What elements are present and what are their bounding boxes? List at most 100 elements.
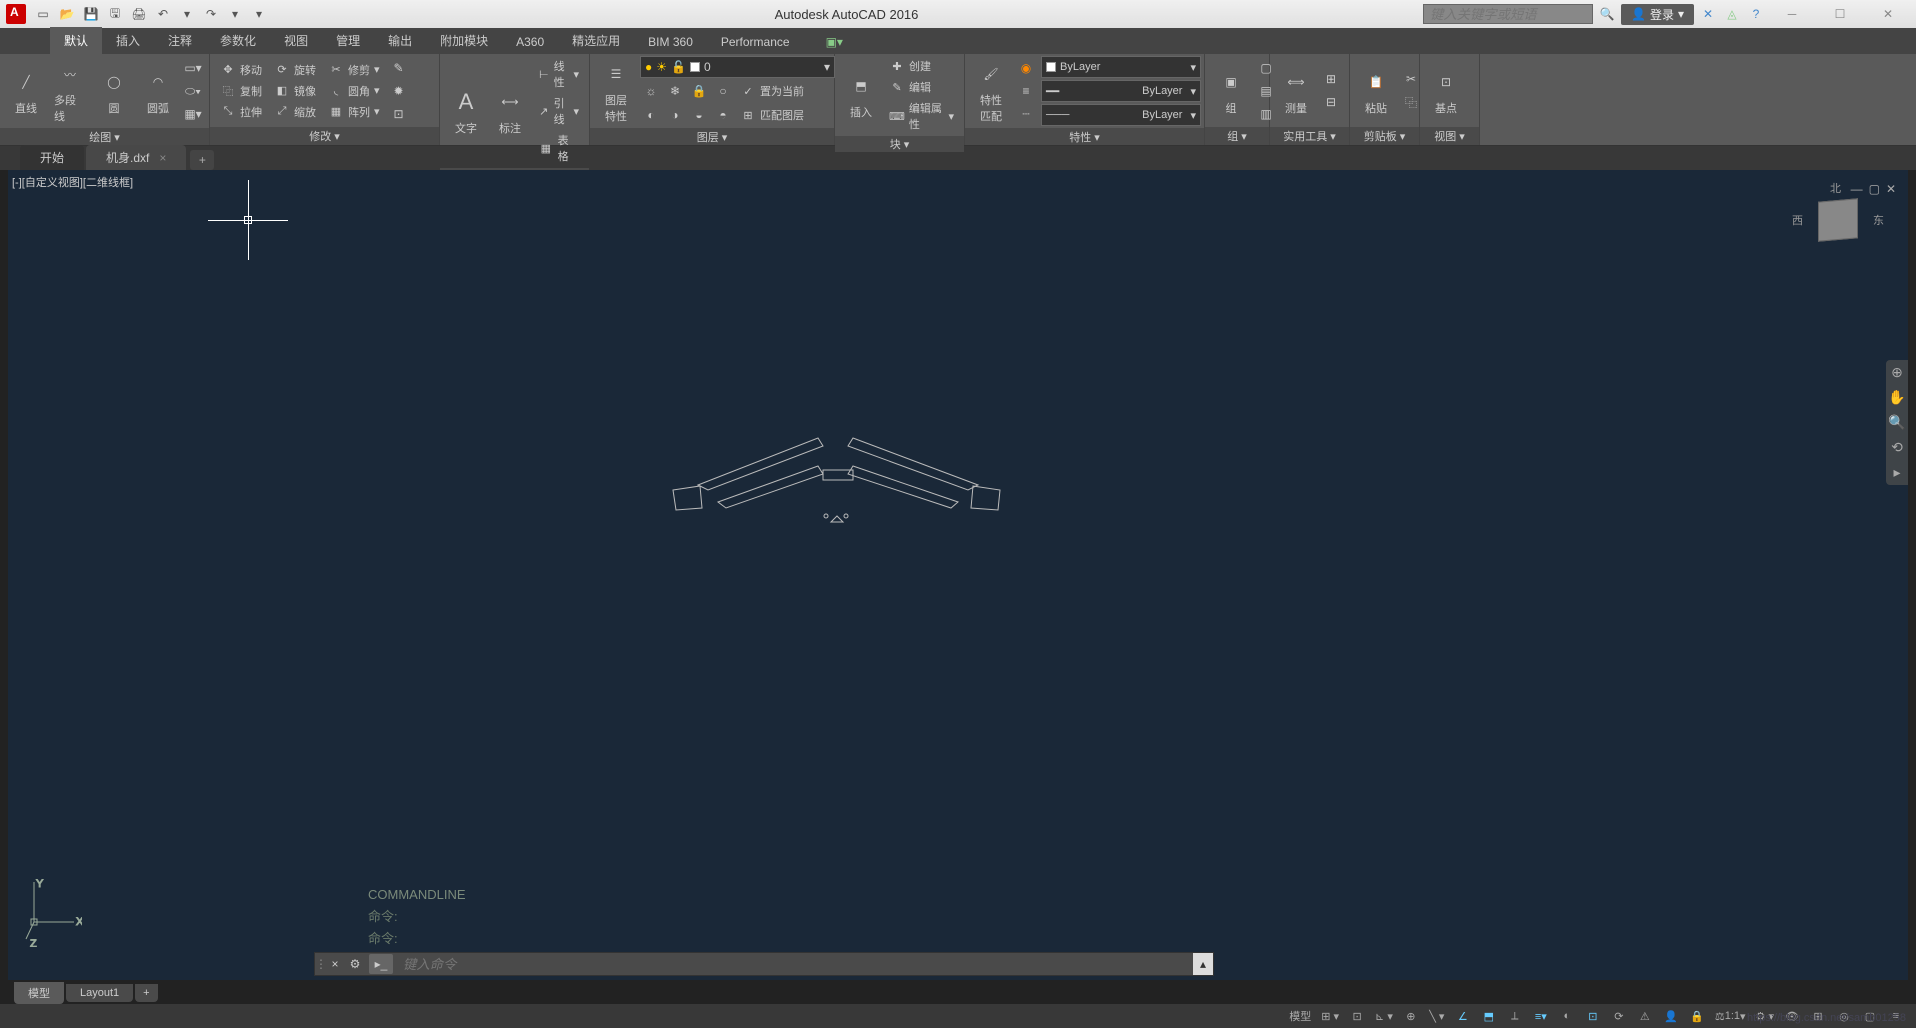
layerfreeze-icon[interactable]: ❄: [664, 80, 686, 102]
trim-button[interactable]: ✂修剪 ▾: [324, 60, 384, 80]
ucs-icon[interactable]: Y X Z: [22, 877, 82, 950]
ribbon-minimize-icon[interactable]: ▣▾: [812, 30, 857, 54]
text-button[interactable]: A文字: [446, 84, 486, 138]
insert-button[interactable]: ⬒插入: [841, 68, 881, 122]
cmdline-options-icon[interactable]: ⚙: [345, 957, 365, 971]
cmdline-recent-icon[interactable]: ▴: [1193, 953, 1213, 975]
matchlayer-button[interactable]: ⊞匹配图层: [736, 104, 808, 126]
create-button[interactable]: ✚创建: [885, 56, 958, 76]
cycling-icon[interactable]: ⟳: [1607, 1006, 1631, 1026]
layeriso-icon[interactable]: ☼: [640, 80, 662, 102]
cmdline-handle[interactable]: ⋮: [315, 957, 325, 971]
array-button[interactable]: ▦阵列 ▾: [324, 102, 384, 122]
layerlock-icon[interactable]: 🔒: [688, 80, 710, 102]
modelspace-button[interactable]: 模型: [1285, 1006, 1315, 1026]
lt-icon[interactable]: ┈: [1015, 103, 1037, 125]
util1-icon[interactable]: ⊞: [1320, 68, 1342, 90]
panel-utilities-title[interactable]: 实用工具 ▾: [1270, 127, 1349, 145]
add-layout-button[interactable]: +: [135, 984, 157, 1002]
panel-draw-title[interactable]: 绘图 ▾: [0, 128, 209, 145]
move-button[interactable]: ✥移动: [216, 60, 266, 80]
panel-view-title[interactable]: 视图 ▾: [1420, 127, 1479, 145]
tab-addins[interactable]: 附加模块: [426, 27, 502, 54]
new-icon[interactable]: ▭: [32, 3, 54, 25]
paste-button[interactable]: 📋粘贴: [1356, 64, 1396, 118]
annomonitor-icon[interactable]: ⚠: [1633, 1006, 1657, 1026]
matchprop-button[interactable]: 🖌特性 匹配: [971, 56, 1011, 126]
polyline-button[interactable]: 〰多段线: [50, 56, 90, 126]
lw-icon[interactable]: ≡: [1015, 80, 1037, 102]
a360-icon[interactable]: ◬: [1722, 4, 1742, 24]
tab-layout1[interactable]: Layout1: [66, 984, 133, 1002]
tab-model[interactable]: 模型: [14, 982, 64, 1004]
fullnav-icon[interactable]: ⊕: [1891, 364, 1903, 381]
tab-annotate[interactable]: 注释: [154, 27, 206, 54]
annoscale-lock-icon[interactable]: 🔒: [1685, 1006, 1709, 1026]
hatch-icon[interactable]: ▦▾: [182, 103, 204, 125]
dim-button[interactable]: ⟷标注: [490, 84, 530, 138]
3dosnap-icon[interactable]: ⬒: [1477, 1006, 1501, 1026]
ellipse-icon[interactable]: ⬭▾: [182, 80, 204, 102]
panel-layers-title[interactable]: 图层 ▾: [590, 128, 834, 145]
tab-start[interactable]: 开始: [20, 145, 84, 170]
leader-button[interactable]: ↗引线 ▾: [534, 93, 583, 129]
exchange-icon[interactable]: ✕: [1698, 4, 1718, 24]
editattr-button[interactable]: ⌨编辑属性 ▾: [885, 98, 958, 134]
grid-icon[interactable]: ⊞ ▾: [1317, 1006, 1343, 1026]
qat-dropdown-icon[interactable]: ▾: [248, 3, 270, 25]
tab-parametric[interactable]: 参数化: [206, 27, 270, 54]
layer-dropdown[interactable]: ● ☀ 🔓 0 ▾: [640, 56, 835, 78]
scale-button[interactable]: ⤢缩放: [270, 102, 320, 122]
vp-close-icon[interactable]: ✕: [1886, 182, 1896, 196]
showmotion-icon[interactable]: ▸: [1893, 464, 1900, 481]
layer4-icon[interactable]: ◓: [712, 104, 734, 126]
panel-groups-title[interactable]: 组 ▾: [1205, 127, 1269, 145]
qprops-icon[interactable]: 👤: [1659, 1006, 1683, 1026]
explode-icon[interactable]: ✹: [388, 80, 410, 102]
drawing-canvas[interactable]: [-][自定义视图][二维线框] — ▢ ✕ Y X Z 北: [8, 170, 1908, 980]
tab-insert[interactable]: 插入: [102, 27, 154, 54]
layer3-icon[interactable]: ◒: [688, 104, 710, 126]
rotate-button[interactable]: ⟳旋转: [270, 60, 320, 80]
panel-block-title[interactable]: 块 ▾: [835, 136, 964, 152]
help-icon[interactable]: ?: [1746, 4, 1766, 24]
saveas-icon[interactable]: 🖫: [104, 3, 126, 25]
layer2-icon[interactable]: ◑: [664, 104, 686, 126]
layermatch-icon[interactable]: ◐: [640, 104, 662, 126]
erase-icon[interactable]: ✎: [388, 57, 410, 79]
layeroff-icon[interactable]: ○: [712, 80, 734, 102]
tab-performance[interactable]: Performance: [707, 30, 804, 54]
measure-button[interactable]: ⟺测量: [1276, 64, 1316, 118]
autocad-logo[interactable]: [6, 4, 26, 24]
isodraft-icon[interactable]: ╲ ▾: [1425, 1006, 1449, 1026]
color-dropdown[interactable]: ByLayer▾: [1041, 56, 1201, 78]
tab-bim360[interactable]: BIM 360: [634, 30, 707, 54]
line-button[interactable]: ╱直线: [6, 64, 46, 118]
copy2-icon[interactable]: ⿻: [1400, 91, 1422, 113]
table-button[interactable]: ▦表格: [534, 130, 583, 166]
search-icon[interactable]: 🔍: [1597, 4, 1617, 24]
arc-button[interactable]: ◠圆弧: [138, 64, 178, 118]
panel-modify-title[interactable]: 修改 ▾: [210, 127, 439, 145]
viewcube[interactable]: 北 西 东: [1798, 180, 1878, 260]
new-tab-button[interactable]: +: [190, 150, 214, 170]
fillet-button[interactable]: ◟圆角 ▾: [324, 81, 384, 101]
viewport-label[interactable]: [-][自定义视图][二维线框]: [12, 174, 133, 190]
tab-view[interactable]: 视图: [270, 27, 322, 54]
group-button[interactable]: ▣组: [1211, 64, 1251, 118]
minimize-button[interactable]: ─: [1770, 0, 1814, 28]
cmdline-close-icon[interactable]: ×: [325, 957, 345, 971]
close-button[interactable]: ✕: [1866, 0, 1910, 28]
panel-properties-title[interactable]: 特性 ▾: [965, 128, 1204, 145]
undo-dropdown-icon[interactable]: ▾: [176, 3, 198, 25]
annoscale-icon[interactable]: ⚖ 1:1 ▾: [1711, 1006, 1750, 1026]
zoom-icon[interactable]: 🔍: [1888, 414, 1905, 431]
setcurrent-button[interactable]: ✓置为当前: [736, 80, 808, 102]
layerprops-button[interactable]: ☰图层 特性: [596, 56, 636, 126]
osnap-icon[interactable]: ∠: [1451, 1006, 1475, 1026]
close-tab-icon[interactable]: ×: [159, 151, 166, 165]
offset-icon[interactable]: ⊡: [388, 103, 410, 125]
pan-icon[interactable]: ✋: [1888, 389, 1905, 406]
circle-button[interactable]: ◯圆: [94, 64, 134, 118]
cut-icon[interactable]: ✂: [1400, 68, 1422, 90]
